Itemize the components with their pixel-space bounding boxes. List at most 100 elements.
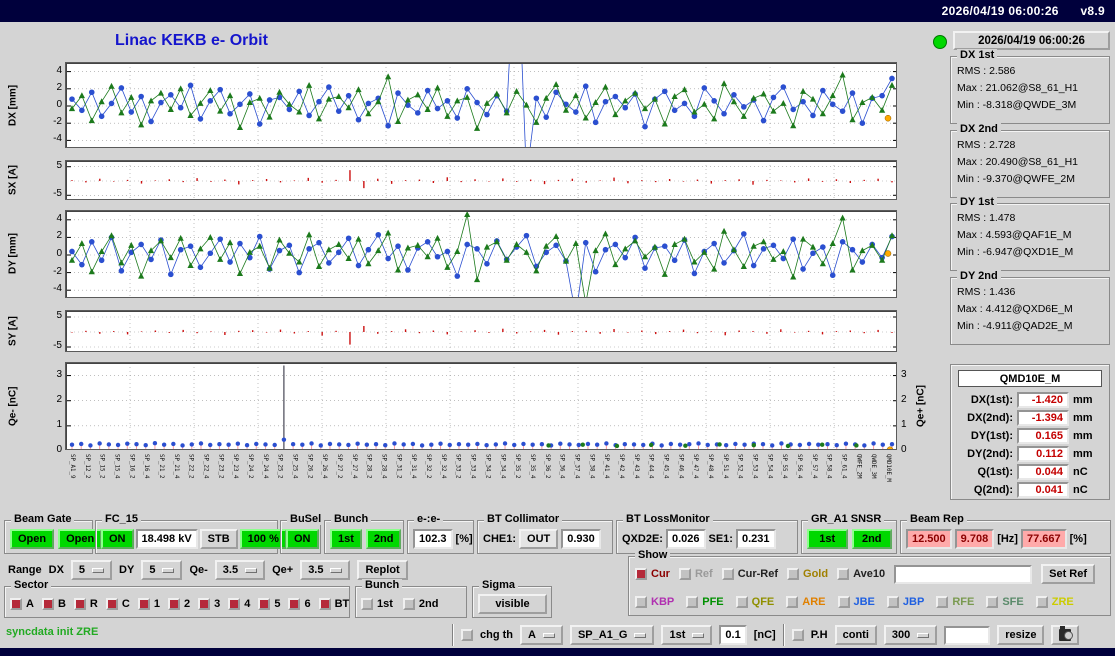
svg-text:SP_57_4: SP_57_4: [811, 454, 817, 479]
sy-steering-plot[interactable]: [65, 310, 897, 352]
show-toggle-rfe[interactable]: RFE: [936, 596, 974, 608]
dy-orbit-plot[interactable]: [65, 210, 897, 298]
range-dy-select[interactable]: 5: [141, 560, 183, 580]
svg-text:SP_28_4: SP_28_4: [381, 454, 387, 479]
sector-toggle-6[interactable]: 6: [288, 597, 311, 610]
sx-steering-plot[interactable]: [65, 160, 897, 200]
show-toggle-kbp[interactable]: KBP: [635, 596, 674, 608]
svg-text:SP_21_4: SP_21_4: [173, 454, 179, 479]
sector-toggle-3[interactable]: 3: [198, 597, 220, 610]
charge-plot[interactable]: [65, 362, 897, 450]
checkbox-indicator: [258, 597, 271, 610]
sector-toggle-r[interactable]: R: [73, 597, 98, 610]
sector-toggle-bt[interactable]: BT: [318, 597, 349, 610]
fc15-on-button[interactable]: ON: [101, 528, 134, 549]
set-ref-input[interactable]: [894, 564, 1033, 584]
gr-snsr-1st-button[interactable]: 1st: [807, 528, 848, 549]
bunch-select[interactable]: 1st: [661, 625, 713, 645]
chg-th-checkbox[interactable]: [461, 629, 473, 641]
sigma-visible-button[interactable]: visible: [478, 593, 547, 614]
sector-toggle-c[interactable]: C: [105, 597, 130, 610]
stats-line: Min : -4.911@QAD2E_M: [957, 320, 1073, 332]
bunch-1st-button[interactable]: 1st: [330, 528, 362, 549]
show-toggle-jbe[interactable]: JBE: [837, 596, 875, 608]
checkbox-indicator: [1035, 596, 1048, 608]
sector-toggle-2[interactable]: 2: [167, 597, 190, 610]
checkbox-indicator: [10, 597, 22, 610]
toggle-label: ARE: [802, 596, 826, 608]
stats-line: Max : 4.593@QAF1E_M: [957, 229, 1072, 241]
show-toggle-cur-ref[interactable]: Cur-Ref: [721, 568, 778, 580]
show-toggle-are[interactable]: ARE: [786, 596, 826, 608]
conti-button[interactable]: conti: [834, 625, 877, 645]
bottom-controls: chg th A SP_A1_G 1st 0.1 [nC] P.H conti …: [452, 622, 1080, 648]
show-toggle-pfe[interactable]: PFE: [686, 596, 724, 608]
sector-select[interactable]: A: [520, 625, 563, 645]
show-toggle-ave10[interactable]: Ave10: [837, 568, 885, 580]
camera-icon: [1059, 626, 1074, 641]
checkbox-indicator: [735, 596, 748, 608]
interval-select[interactable]: 300: [883, 625, 938, 645]
show-toggle-gold[interactable]: Gold: [787, 568, 828, 580]
gr-snsr-label: GR_A1 SNSR: [808, 513, 885, 525]
svg-text:QMD10E_M: QMD10E_M: [885, 454, 891, 482]
beam-rep-group: Beam Rep 12.500 9.708 [Hz] 77.667 [%]: [900, 513, 1111, 554]
stats-panel-body: RMS : 2.728 Max : 20.490@S8_61_H1 Min : -9…: [951, 131, 1109, 188]
option-menu-indicator: [330, 567, 343, 573]
svg-text:SP_34_4: SP_34_4: [499, 454, 505, 479]
bunch-toggle-2nd[interactable]: 2nd: [402, 597, 438, 610]
show-toggle-ref[interactable]: Ref: [678, 568, 713, 580]
sector-toggle-5[interactable]: 5: [258, 597, 280, 610]
y-tick-label: -2: [53, 116, 62, 128]
dx-orbit-plot[interactable]: [65, 62, 897, 148]
y-tick-label: -4: [53, 133, 62, 145]
sector-toggle-4[interactable]: 4: [228, 597, 250, 610]
checkbox-indicator: [986, 596, 999, 608]
svg-text:SP_36_2: SP_36_2: [544, 454, 550, 478]
ph-checkbox[interactable]: [791, 629, 804, 641]
beam-gate-label: Beam Gate: [11, 513, 75, 525]
svg-text:SP_31_4: SP_31_4: [410, 454, 416, 479]
fc15-stb-button[interactable]: STB: [199, 528, 238, 549]
sector-toggle-1[interactable]: 1: [137, 597, 160, 610]
gr-snsr-2nd-button[interactable]: 2nd: [851, 528, 892, 549]
monitor-select[interactable]: SP_A1_G: [569, 625, 655, 645]
separator: [452, 624, 454, 646]
bunch-toggle-1st[interactable]: 1st: [361, 597, 393, 610]
range-dx-select[interactable]: 5: [70, 560, 113, 580]
replot-button[interactable]: Replot: [357, 560, 408, 580]
busel-on-button[interactable]: ON: [286, 528, 319, 549]
qmd-row-unit: mm: [1073, 448, 1093, 460]
range-dy-label: DY: [119, 564, 135, 576]
option-menu-indicator: [634, 632, 647, 638]
svg-text:SP_56_4: SP_56_4: [796, 454, 802, 479]
svg-text:SP_26_2: SP_26_2: [306, 454, 312, 478]
y-tick-label: -5: [53, 340, 62, 351]
show-toggle-sfe[interactable]: SFE: [986, 596, 1024, 608]
set-ref-button[interactable]: Set Ref: [1041, 564, 1096, 584]
sector-toggle-a[interactable]: A: [10, 597, 34, 610]
qmd-row-label: DX(2nd):: [967, 412, 1013, 424]
show-toggle-jbp[interactable]: JBP: [886, 596, 924, 608]
show-toggle-qfe[interactable]: QFE: [735, 596, 774, 608]
resize-button[interactable]: resize: [997, 625, 1045, 645]
range-qem-select[interactable]: 3.5: [214, 560, 266, 580]
interval-input[interactable]: [944, 625, 991, 645]
beam-rep-label: Beam Rep: [907, 513, 967, 525]
svg-text:SP_38_4: SP_38_4: [588, 454, 594, 479]
che1-label: CHE1:: [483, 532, 517, 545]
show-toggle-cur[interactable]: Cur: [635, 568, 670, 580]
bunch-2nd-button[interactable]: 2nd: [365, 528, 402, 549]
svg-text:SP_16_2: SP_16_2: [128, 454, 134, 478]
beam-gate-open1-button[interactable]: Open: [10, 528, 55, 549]
svg-text:SP_35_2: SP_35_2: [514, 454, 520, 478]
range-qep-select[interactable]: 3.5: [300, 560, 351, 580]
option-menu-indicator: [92, 567, 105, 573]
sector-toggle-b[interactable]: B: [41, 597, 66, 610]
beam-rep-value3: 77.667: [1020, 528, 1067, 549]
qmd-row: Q(2nd): 0.041 nC: [951, 481, 1109, 499]
che1-state-button[interactable]: OUT: [519, 528, 559, 549]
che1-value: 0.930: [561, 528, 601, 549]
show-toggle-zre[interactable]: ZRE: [1035, 596, 1074, 608]
screenshot-button[interactable]: [1051, 625, 1080, 645]
